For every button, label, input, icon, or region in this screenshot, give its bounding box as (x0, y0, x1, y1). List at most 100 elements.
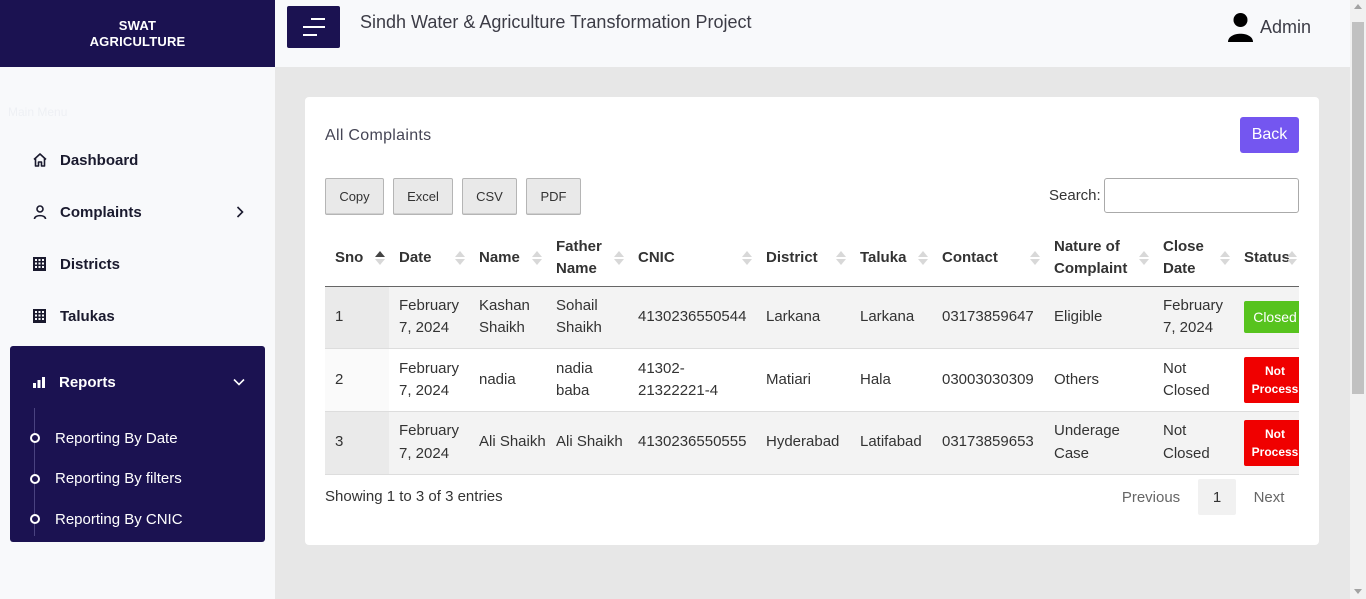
sidebar-item-label: Reports (59, 373, 116, 391)
user-icon (31, 204, 48, 221)
excel-button[interactable]: Excel (393, 178, 453, 215)
sort-icon (916, 250, 928, 266)
cell-father-name: Sohail Shaikh (546, 286, 628, 350)
column-header-taluka[interactable]: Taluka (850, 230, 932, 287)
sidebar-subitem-reporting-by-cnic[interactable]: Reporting By CNIC (10, 499, 265, 540)
building-icon (31, 256, 48, 273)
bar-chart-icon (31, 374, 48, 391)
cell-contact: 03173859647 (932, 286, 1044, 350)
reports-submenu: Reporting By Date Reporting By filters R… (10, 408, 265, 540)
bullet-icon (30, 514, 40, 525)
pdf-button[interactable]: PDF (526, 178, 581, 215)
brand-line-2: AGRICULTURE (89, 33, 186, 49)
scrollbar-thumb[interactable] (1352, 22, 1364, 394)
column-header-nature-of-complaint[interactable]: Nature of Complaint (1044, 230, 1153, 287)
chevron-down-icon (233, 377, 245, 387)
cell-contact: 03173859653 (932, 411, 1044, 475)
sidebar-item-label: Dashboard (60, 151, 139, 169)
column-header-sno[interactable]: Sno (325, 230, 389, 287)
user-menu[interactable]: Admin (1227, 12, 1311, 43)
cell-status: Closed (1234, 286, 1299, 350)
table-header-row: Sno Date Name Father Name CNIC District … (325, 230, 1299, 287)
complaints-card: All Complaints Back Copy Excel CSV PDF S… (305, 97, 1319, 545)
sidebar-subitem-label: Reporting By CNIC (55, 510, 183, 528)
sidebar-subitem-reporting-by-date[interactable]: Reporting By Date (10, 418, 265, 459)
sidebar-item-label: Talukas (60, 307, 115, 325)
complaints-table-container: Sno Date Name Father Name CNIC District … (325, 230, 1299, 475)
sidebar-item-dashboard[interactable]: Dashboard (0, 134, 275, 186)
back-button[interactable]: Back (1240, 117, 1299, 153)
column-header-close-date[interactable]: Close Date (1153, 230, 1234, 287)
sidebar-subitem-reporting-by-filters[interactable]: Reporting By filters (10, 459, 265, 500)
table-row: 2 February 7, 2024 nadia nadia baba 4130… (325, 348, 1299, 412)
column-header-district[interactable]: District (756, 230, 850, 287)
status-badge[interactable]: Closed (1244, 301, 1299, 334)
column-header-cnic[interactable]: CNIC (628, 230, 756, 287)
pagination-page-1[interactable]: 1 (1198, 479, 1236, 515)
complaints-table: Sno Date Name Father Name CNIC District … (325, 230, 1299, 475)
sidebar-item-label: Complaints (60, 203, 142, 221)
status-badge[interactable]: Not Process (1244, 419, 1299, 466)
cell-cnic: 4130236550555 (628, 411, 756, 475)
cell-district: Matiari (756, 348, 850, 412)
column-header-status[interactable]: Status (1234, 230, 1299, 287)
sidebar-item-reports[interactable]: Reports (10, 346, 265, 418)
brand-line-1: SWAT (118, 17, 157, 33)
sort-icon (453, 250, 465, 266)
scroll-down-icon[interactable] (1354, 589, 1362, 594)
page-title: Sindh Water & Agriculture Transformation… (360, 12, 752, 32)
cell-taluka: Hala (850, 348, 932, 412)
cell-close-date: Not Closed (1153, 411, 1234, 475)
column-header-contact[interactable]: Contact (932, 230, 1044, 287)
sort-icon (530, 250, 542, 266)
cell-name: nadia (469, 348, 546, 412)
column-header-name[interactable]: Name (469, 230, 546, 287)
cell-name: Ali Shaikh (469, 411, 546, 475)
cell-cnic: 41302-21322221-4 (628, 348, 756, 412)
cell-contact: 03003030309 (932, 348, 1044, 412)
cell-nature: Others (1044, 348, 1153, 412)
brand-logo[interactable]: SWAT AGRICULTURE (0, 0, 275, 67)
cell-close-date: Not Closed (1153, 348, 1234, 412)
cell-status: Not Process (1234, 348, 1299, 412)
menu-toggle-button[interactable] (287, 6, 340, 48)
card-title: All Complaints (325, 127, 432, 144)
status-badge[interactable]: Not Process (1244, 357, 1299, 404)
table-row: 3 February 7, 2024 Ali Shaikh Ali Shaikh… (325, 411, 1299, 475)
sort-icon (1028, 250, 1040, 266)
page-scrollbar[interactable] (1350, 0, 1366, 599)
search-input[interactable] (1104, 178, 1299, 213)
cell-sno: 3 (325, 411, 389, 475)
sidebar-item-talukas[interactable]: Talukas (0, 290, 275, 342)
home-icon (31, 152, 48, 169)
scroll-up-icon[interactable] (1354, 4, 1362, 9)
column-header-date[interactable]: Date (389, 230, 469, 287)
search-label: Search: (1049, 187, 1101, 204)
sort-icon (834, 250, 846, 266)
sidebar-subitem-label: Reporting By filters (55, 470, 182, 488)
cell-date: February 7, 2024 (389, 286, 469, 350)
bullet-icon (30, 473, 40, 484)
cell-taluka: Larkana (850, 286, 932, 350)
cell-district: Hyderabad (756, 411, 850, 475)
reports-menu: Reports Reporting By Date Reporting By f… (10, 346, 265, 542)
csv-button[interactable]: CSV (462, 178, 517, 215)
topbar: Sindh Water & Agriculture Transformation… (275, 0, 1350, 67)
sidebar: SWAT AGRICULTURE Main Menu Dashboard Com… (0, 0, 275, 599)
column-header-father-name[interactable]: Father Name (546, 230, 628, 287)
cell-date: February 7, 2024 (389, 411, 469, 475)
cell-name: Kashan Shaikh (469, 286, 546, 350)
cell-father-name: Ali Shaikh (546, 411, 628, 475)
cell-sno: 2 (325, 348, 389, 412)
cell-cnic: 4130236550544 (628, 286, 756, 350)
user-avatar-icon (1227, 12, 1254, 43)
cell-date: February 7, 2024 (389, 348, 469, 412)
cell-district: Larkana (756, 286, 850, 350)
pagination-next[interactable]: Next (1243, 479, 1295, 515)
sidebar-item-complaints[interactable]: Complaints (0, 186, 275, 238)
sort-icon (612, 250, 624, 266)
copy-button[interactable]: Copy (325, 178, 384, 215)
cell-nature: Eligible (1044, 286, 1153, 350)
sidebar-item-districts[interactable]: Districts (0, 238, 275, 290)
pagination-previous[interactable]: Previous (1111, 479, 1191, 515)
